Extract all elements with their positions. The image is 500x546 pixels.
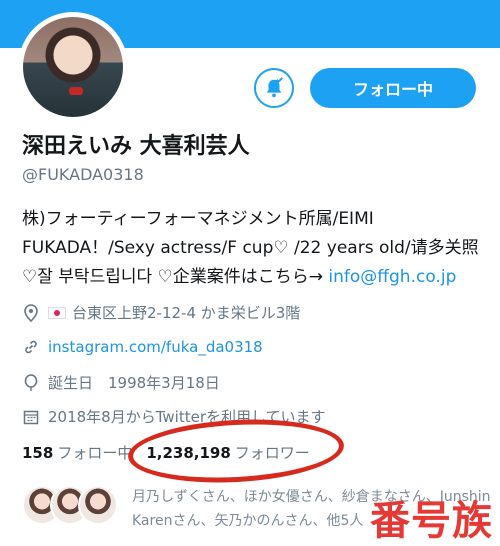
link-icon xyxy=(22,338,40,356)
location-row: 台東区上野2-12-4 かま栄ビル3階 xyxy=(22,302,300,323)
location-pin-icon xyxy=(22,303,40,322)
following-button[interactable]: フォロー中 xyxy=(310,68,476,108)
bio-email-link[interactable]: info@ffgh.co.jp xyxy=(328,267,456,287)
website-link[interactable]: instagram.com/fuka_da0318 xyxy=(48,338,263,356)
birthday-text: 誕生日 1998年3月18日 xyxy=(48,374,220,392)
website-row: instagram.com/fuka_da0318 xyxy=(22,338,263,356)
japan-flag-icon xyxy=(48,306,66,319)
avatar-detail xyxy=(69,87,83,95)
following-stat[interactable]: 158 フォロー中 xyxy=(22,442,132,463)
followed-by-avatars[interactable] xyxy=(22,485,122,525)
avatar xyxy=(78,485,118,525)
birthday-row: 誕生日 1998年3月18日 xyxy=(22,372,220,393)
location-text: 台東区上野2-12-4 かま栄ビル3階 xyxy=(72,304,301,322)
following-label: フォロー中 xyxy=(57,444,133,462)
bio: 株)フォーティーフォーマネジメント所属/EIMI FUKADA！/Sexy ac… xyxy=(22,205,480,292)
display-name: 深田えいみ 大喜利芸人 xyxy=(22,134,250,159)
user-handle: @FUKADA0318 xyxy=(22,165,144,184)
calendar-icon xyxy=(22,408,40,426)
avatar[interactable] xyxy=(18,12,128,122)
bell-check-icon xyxy=(266,77,283,98)
following-count: 158 xyxy=(22,444,54,462)
balloon-icon xyxy=(22,373,40,392)
notification-bell-button[interactable] xyxy=(254,68,294,108)
watermark: 番号族 xyxy=(370,498,493,544)
